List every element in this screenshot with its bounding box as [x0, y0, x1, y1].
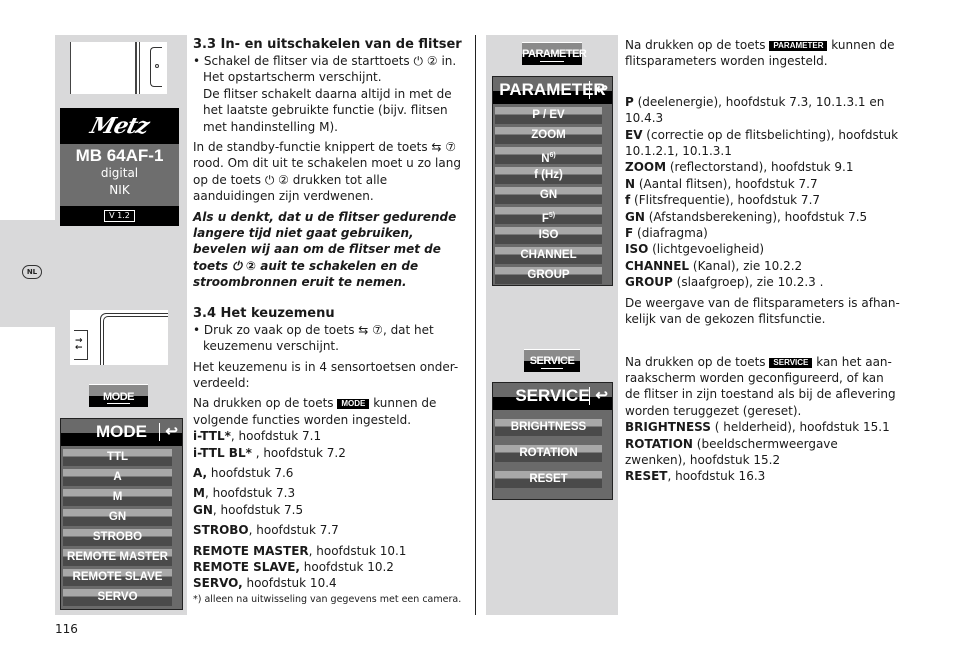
swap-arrows-icon: → ← [75, 336, 83, 353]
mode-entry: GN, hoofdstuk 7.5 [193, 502, 304, 517]
menu-item-servo[interactable]: SERVO [63, 589, 172, 606]
swap-icon: ⇆ [358, 322, 369, 337]
parameter-entry: GROUP (slaafgroep), zie 10.2.3 . [625, 275, 824, 290]
menu-item-gn[interactable]: GN [63, 509, 172, 526]
menu-item-m[interactable]: M [63, 489, 172, 506]
power-icon: ⏻ [264, 172, 275, 187]
service-menu-title: SERVICE [515, 386, 590, 405]
inline-service-key: SERVICE [769, 357, 813, 368]
swap-icon: ⇆ [431, 140, 442, 155]
model-variant: digital [100, 166, 139, 180]
menu-item-reset[interactable]: RESET [495, 471, 602, 488]
mode-entry: STROBO, hoofdstuk 7.7 [193, 523, 339, 538]
circled-7-icon: ⑦ [372, 322, 383, 337]
circled-2-icon: ② [245, 258, 257, 273]
text-column-right: Na drukken op de toets PARAMETER kunnen … [625, 37, 900, 485]
parameter-entry: ZOOM (reflectorstand), hoofdstuk 9.1 [625, 160, 854, 175]
menu-item-p-ev[interactable]: P / EV [495, 107, 602, 124]
column-divider [475, 35, 476, 615]
parameter-entry: EV (correctie op de flitsbelichting), ho… [625, 127, 899, 159]
parameter-menu: PARAMETER ↩ P / EV ZOOM N6) f (Hz) GN F5)… [492, 76, 613, 286]
parameter-entry: P (deelenergie), hoofdstuk 7.3, 10.1.3.1… [625, 94, 885, 126]
menu-item-iso[interactable]: ISO [495, 227, 602, 244]
mode-entry: SERVO, hoofdstuk 10.4 [193, 576, 337, 591]
inline-parameter-key: PARAMETER [769, 41, 828, 51]
menu-division-paragraph: Het keuzemenu is in 4 sensortoetsen onde… [193, 359, 459, 390]
parameter-entry: ISO (lichtgevoeligheid) [625, 242, 765, 257]
menu-item-channel[interactable]: CHANNEL [495, 247, 602, 264]
menu-item-remote-master[interactable]: REMOTE MASTER [63, 549, 172, 566]
menu-item-a[interactable]: A [63, 469, 172, 486]
menu-item-brightness[interactable]: BRIGHTNESS [495, 419, 602, 436]
mode-entry: i-TTL BL* , hoofdstuk 7.2 [193, 445, 346, 460]
mode-menu: MODE ↩ TTL A M GN STROBO REMOTE MASTER RE… [60, 418, 183, 610]
menu-item-n[interactable]: N6) [495, 147, 602, 165]
mode-entry: i-TTL*, hoofdstuk 7.1 [193, 429, 322, 444]
power-icon: ⏻ [232, 258, 242, 273]
service-menu: SERVICE ↩ BRIGHTNESS ROTATION RESET [492, 382, 613, 500]
service-entry: BRIGHTNESS ( helderheid), hoofdstuk 15.1 [625, 420, 890, 435]
footnote: *) alleen na uitwisseling van gegevens m… [193, 593, 462, 605]
menu-item-gn[interactable]: GN [495, 187, 602, 204]
mode-entry: M, hoofdstuk 7.3 [193, 486, 296, 501]
service-entry: ROTATION (beeldschermweergave zwenken), … [625, 436, 838, 467]
menu-item-remote-slave[interactable]: REMOTE SLAVE [63, 569, 172, 586]
menu-item-f-hz[interactable]: f (Hz) [495, 167, 602, 184]
flash-device-side-illustration: → ← [70, 310, 168, 365]
bullet-press-key: • Druk zo vaak op de toets ⇆ ⑦, dat het … [193, 322, 434, 354]
mode-menu-title: MODE [96, 422, 147, 441]
power-icon: ⏻ [413, 54, 424, 68]
inline-mode-key: MODE [337, 399, 370, 410]
parameter-entry: GN (Afstandsberekening), hoofdstuk 7.5 [625, 209, 868, 224]
mode-key[interactable]: MODE [89, 384, 148, 407]
parameter-entry: CHANNEL (Kanal), zie 10.2.2 [625, 258, 803, 273]
mode-entry: REMOTE SLAVE, hoofdstuk 10.2 [193, 559, 394, 574]
menu-item-zoom[interactable]: ZOOM [495, 127, 602, 144]
parameter-outro: De weergave van de flitsparameters is af… [625, 295, 900, 327]
parameter-entry: N (Aantal flitsen), hoofdstuk 7.7 [625, 176, 818, 191]
section-heading-3-3: 3.3 In- en uitschakelen van de flitser [193, 37, 462, 52]
text-column-left: 3.3 In- en uitschakelen van de flitser •… [193, 36, 468, 608]
parameter-intro: Na drukken op de toets PARAMETER kunnen … [625, 38, 895, 69]
parameter-entry: F (diafragma) [625, 226, 708, 241]
language-badge: NL [22, 265, 42, 279]
back-icon[interactable]: ↩ [589, 81, 608, 99]
bullet-switch-on: • Schakel de flitser via de starttoets ⏻… [193, 54, 457, 134]
menu-item-ttl[interactable]: TTL [63, 449, 172, 466]
menu-item-strobo[interactable]: STROBO [63, 529, 172, 546]
standby-paragraph: In de standby-functie knippert de toets … [193, 140, 461, 204]
menu-item-rotation[interactable]: ROTATION [495, 445, 602, 462]
power-button-icon [155, 64, 159, 68]
metz-logo: Metz [60, 108, 179, 144]
menu-item-f-aperture[interactable]: F5) [495, 207, 602, 225]
back-icon[interactable]: ↩ [589, 387, 608, 405]
warning-paragraph: Als u denkt, dat u de flitser gedurende … [193, 209, 457, 290]
mode-intro-paragraph: Na drukken op de toets MODE kunnen de vo… [193, 396, 437, 427]
firmware-version: V 1.2 [104, 210, 135, 222]
circled-2-icon: ② [426, 54, 438, 68]
flash-device-front-illustration [70, 42, 167, 94]
back-icon[interactable]: ↩ [159, 423, 178, 441]
startup-screen: Metz MB 64AF-1 digital NIK V 1.2 [60, 108, 179, 226]
menu-item-group[interactable]: GROUP [495, 267, 602, 284]
parameter-key[interactable]: PARAMETER [522, 42, 587, 65]
service-key[interactable]: SERVICE [524, 349, 580, 372]
mode-entry: A, hoofdstuk 7.6 [193, 465, 294, 480]
section-heading-3-4: 3.4 Het keuzemenu [193, 305, 335, 321]
model-name: MB 64AF-1 [75, 146, 164, 165]
mode-entry: REMOTE MASTER, hoofdstuk 10.1 [193, 543, 407, 558]
service-entry: RESET, hoofdstuk 16.3 [625, 469, 766, 484]
service-intro: Na drukken op de toets SERVICE kan het a… [625, 354, 896, 418]
page-number: 116 [55, 622, 78, 636]
model-system: NIK [109, 183, 130, 197]
circled-7-icon: ⑦ [445, 140, 457, 155]
circled-2-icon: ② [278, 172, 289, 187]
parameter-entry: f (Flitsfrequentie), hoofdstuk 7.7 [625, 193, 821, 208]
